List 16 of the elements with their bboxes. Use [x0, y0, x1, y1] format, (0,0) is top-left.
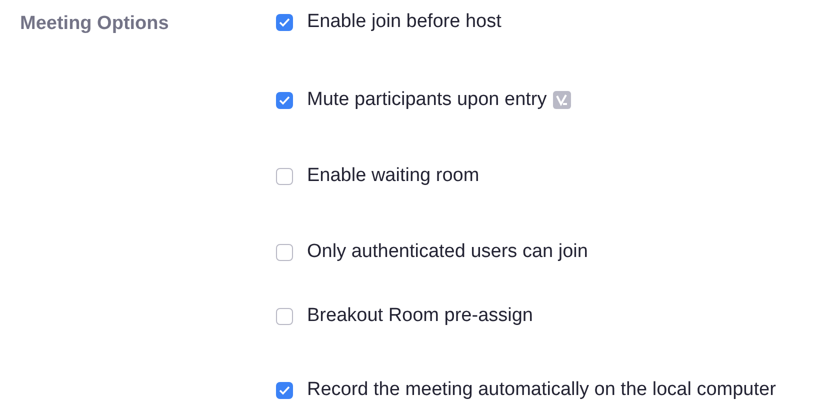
checkbox[interactable] — [276, 308, 293, 324]
check-icon — [279, 386, 290, 394]
option-label: Record the meeting automatically on the local computer — [307, 378, 776, 402]
checkbox[interactable] — [276, 14, 293, 30]
checkbox[interactable] — [276, 168, 293, 184]
option-label: Enable waiting room — [307, 164, 480, 188]
checkbox[interactable] — [276, 244, 293, 260]
checkbox[interactable] — [276, 382, 293, 398]
checkbox[interactable] — [276, 92, 293, 108]
section-title: Meeting Options — [20, 13, 169, 34]
option-label: Only authenticated users can join — [307, 240, 588, 264]
check-icon — [279, 18, 290, 26]
check-icon — [279, 96, 290, 104]
option-label: Mute participants upon entry — [307, 88, 547, 112]
option-label: Enable join before host — [307, 10, 502, 34]
option-label: Breakout Room pre-assign — [307, 304, 533, 328]
